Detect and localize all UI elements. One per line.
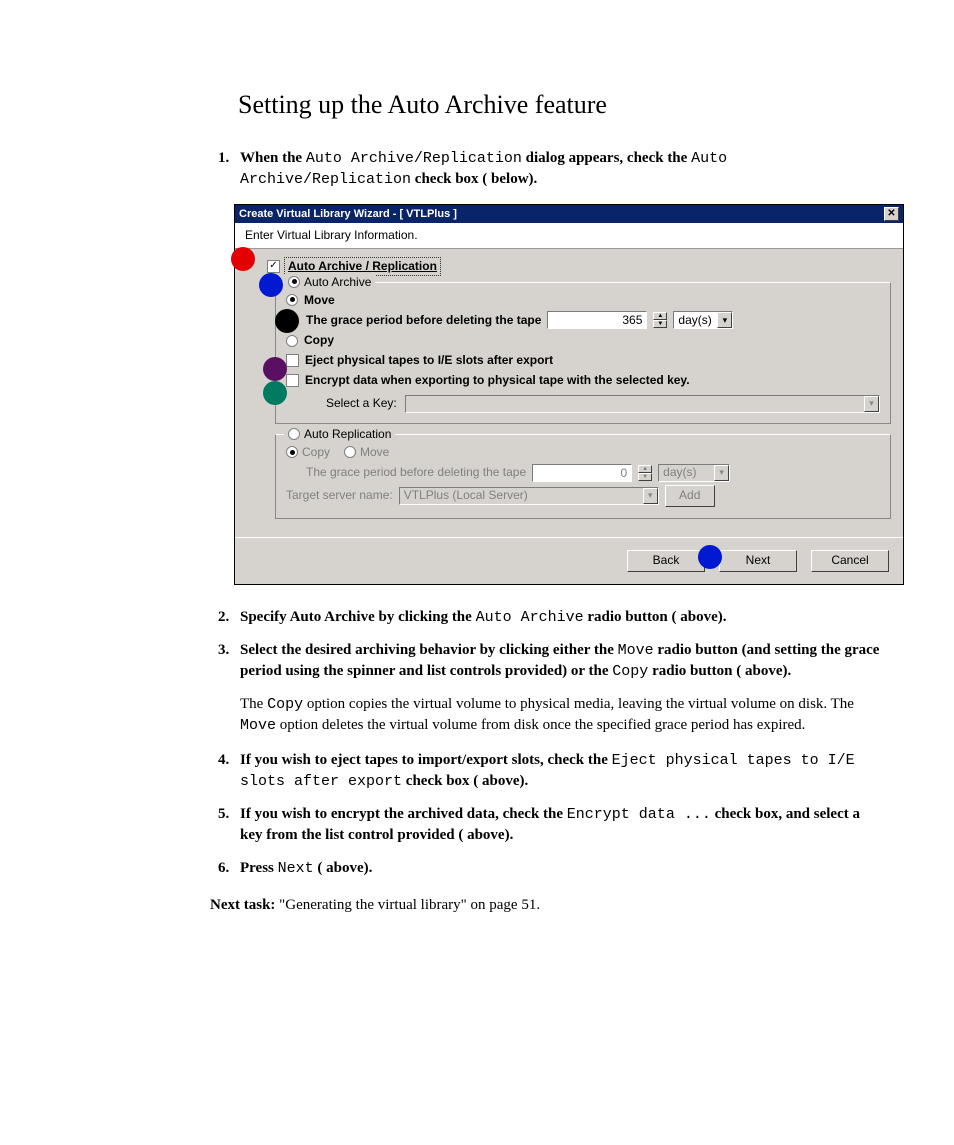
copy-radio[interactable] bbox=[286, 335, 298, 347]
move-radio[interactable] bbox=[286, 294, 298, 306]
close-icon[interactable]: ✕ bbox=[884, 207, 899, 221]
next-button[interactable]: Next bbox=[719, 550, 797, 572]
repl-unit-combo: day(s) bbox=[658, 464, 730, 482]
explanatory-paragraph: The Copy option copies the virtual volum… bbox=[240, 694, 884, 736]
marker-purple bbox=[263, 357, 287, 381]
target-server-combo: VTLPlus (Local Server) bbox=[399, 487, 659, 505]
repl-grace-input: 0 bbox=[532, 464, 632, 482]
repl-move-radio bbox=[344, 446, 356, 458]
grace-period-label: The grace period before deleting the tap… bbox=[306, 312, 541, 329]
step-4: If you wish to eject tapes to import/exp… bbox=[240, 750, 884, 792]
chevron-down-icon bbox=[643, 488, 658, 504]
chevron-down-icon bbox=[714, 465, 729, 481]
encrypt-checkbox[interactable] bbox=[286, 374, 299, 387]
auto-replication-group: Auto Replication Copy Move bbox=[275, 434, 891, 519]
eject-checkbox[interactable] bbox=[286, 354, 299, 367]
chevron-down-icon bbox=[717, 312, 732, 328]
step-3: Select the desired archiving behavior by… bbox=[240, 640, 884, 682]
target-server-label: Target server name: bbox=[286, 487, 393, 504]
dialog-title: Create Virtual Library Wizard - [ VTLPlu… bbox=[239, 205, 457, 223]
select-key-label: Select a Key: bbox=[326, 395, 397, 412]
dialog-titlebar: Create Virtual Library Wizard - [ VTLPlu… bbox=[235, 205, 903, 223]
marker-black bbox=[275, 309, 299, 333]
marker-teal bbox=[263, 381, 287, 405]
repl-copy-radio bbox=[286, 446, 298, 458]
step-1: When the Auto Archive/Replication dialog… bbox=[240, 148, 884, 585]
dialog-info: Enter Virtual Library Information. bbox=[235, 223, 903, 249]
next-task: Next task: "Generating the virtual libra… bbox=[210, 895, 884, 916]
grace-period-spinner[interactable]: ▲▼ bbox=[653, 311, 667, 329]
auto-archive-group: Auto Archive Move The grace period befor… bbox=[275, 282, 891, 424]
add-button: Add bbox=[665, 485, 715, 507]
chevron-down-icon bbox=[864, 396, 879, 412]
eject-label: Eject physical tapes to I/E slots after … bbox=[305, 352, 553, 369]
auto-archive-radio[interactable] bbox=[288, 276, 300, 288]
dialog-screenshot: Create Virtual Library Wizard - [ VTLPlu… bbox=[234, 204, 904, 585]
auto-archive-replication-checkbox[interactable] bbox=[267, 260, 280, 273]
repl-grace-spinner: ▲▼ bbox=[638, 464, 652, 482]
marker-red bbox=[231, 247, 255, 271]
step-6: Press Next ( above). bbox=[240, 858, 884, 879]
auto-replication-radio[interactable] bbox=[288, 428, 300, 440]
select-key-combo[interactable] bbox=[405, 395, 880, 413]
marker-blue-next bbox=[698, 545, 722, 569]
grace-unit-combo[interactable]: day(s) bbox=[673, 311, 733, 329]
back-button[interactable]: Back bbox=[627, 550, 705, 572]
step-2: Specify Auto Archive by clicking the Aut… bbox=[240, 607, 884, 628]
repl-grace-label: The grace period before deleting the tap… bbox=[306, 464, 526, 481]
grace-period-input[interactable]: 365 bbox=[547, 311, 647, 329]
step-5: If you wish to encrypt the archived data… bbox=[240, 804, 884, 846]
encrypt-label: Encrypt data when exporting to physical … bbox=[305, 372, 690, 389]
cancel-button[interactable]: Cancel bbox=[811, 550, 889, 572]
marker-blue bbox=[259, 273, 283, 297]
page-heading: Setting up the Auto Archive feature bbox=[238, 90, 884, 120]
